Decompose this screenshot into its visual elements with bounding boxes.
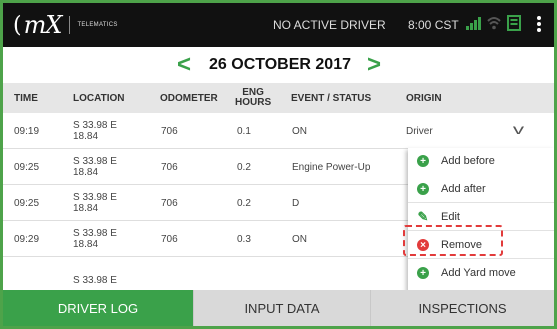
plus-circle-icon: + [417,155,429,167]
menu-item-edit[interactable]: ✎ Edit [408,204,554,230]
menu-item-label: Add Yard move [441,267,516,279]
event-cell: ON [292,125,307,137]
location-line-2: 18.84 [73,239,99,250]
column-header-origin: ORIGIN [406,92,442,104]
eng-hours-cell: 0.1 [237,125,251,137]
location-cell: S 33.98 E [73,274,117,286]
location-cell: S 33.98 E 18.84 [73,113,117,149]
logo-subtext: TELEMATICS [77,22,118,28]
menu-item-add-yard-move[interactable]: + Add Yard move [408,260,554,286]
signal-icon [466,17,481,30]
status-bar: ( mX TELEMATICS NO ACTIVE DRIVER 8:00 CS… [3,3,554,47]
eng-hours-line-2: HOURS [235,97,272,108]
wifi-icon [487,17,501,30]
menu-item-label: Edit [441,211,460,223]
menu-item-label: Add after [441,183,486,195]
plus-circle-icon: + [417,267,429,279]
tab-inspections[interactable]: INSPECTIONS [370,290,554,326]
bottom-tab-bar: DRIVER LOG INPUT DATA INSPECTIONS [3,290,554,326]
plus-circle-icon: + [417,183,429,195]
clock: 8:00 CST [408,18,459,32]
eng-hours-cell: 0.2 [237,161,251,173]
column-header-odometer: ODOMETER [160,92,218,104]
event-cell: Engine Power-Up [292,161,371,173]
current-date: 26 OCTOBER 2017 [209,56,351,73]
column-header-location: LOCATION [73,92,125,104]
location-line-2: 18.84 [73,131,99,142]
menu-divider [408,230,554,231]
location-cell: S 33.98 E 18.84 [73,185,117,221]
chevron-down-icon[interactable]: v [513,121,524,137]
column-header-time: TIME [14,92,38,104]
time-cell: 09:25 [14,161,40,173]
log-table-header: TIME LOCATION ODOMETER ENG HOURS EVENT /… [3,83,554,113]
menu-divider [408,202,554,203]
logo-mark: ( [13,12,22,38]
date-navigator: < 26 OCTOBER 2017 > [3,47,554,83]
odometer-cell: 706 [161,125,178,137]
mix-telematics-logo: ( mX TELEMATICS [13,11,118,39]
logo-divider [69,16,71,34]
menu-item-add-before[interactable]: + Add before [408,148,554,174]
eng-hours-cell: 0.3 [237,233,251,245]
location-line-1: S 33.98 E [73,228,117,239]
location-line-2: 18.84 [73,167,99,178]
menu-item-label: Remove [441,239,482,251]
menu-item-label: Add before [441,155,495,167]
menu-item-add-after[interactable]: + Add after [408,176,554,202]
origin-select[interactable]: Driver [406,113,433,149]
odometer-cell: 706 [161,197,178,209]
column-header-eng-hours: ENG HOURS [235,83,271,113]
menu-divider [408,258,554,259]
odometer-cell: 706 [161,233,178,245]
overflow-menu-icon[interactable] [536,15,542,33]
time-cell: 09:19 [14,125,40,137]
table-row[interactable]: 09:19 S 33.98 E 18.84 706 0.1 ON Driver … [3,113,554,149]
previous-day-button[interactable]: < [177,51,191,79]
location-line-1: S 33.98 E [73,120,117,131]
event-cell: ON [292,233,307,245]
logo-text: mX [23,11,63,39]
event-cell: D [292,197,300,209]
location-cell: S 33.98 E 18.84 [73,221,117,257]
time-cell: 09:29 [14,233,40,245]
device-icon [507,15,521,31]
eng-hours-cell: 0.2 [237,197,251,209]
tab-input-data[interactable]: INPUT DATA [193,290,370,326]
location-cell: S 33.98 E 18.84 [73,149,117,185]
odometer-cell: 706 [161,161,178,173]
edit-icon: ✎ [417,209,429,224]
location-line-2: 18.84 [73,203,99,214]
driver-status: NO ACTIVE DRIVER [273,18,386,32]
menu-item-remove[interactable]: × Remove [408,232,554,258]
app-frame: ( mX TELEMATICS NO ACTIVE DRIVER 8:00 CS… [0,0,557,329]
location-line-1: S 33.98 E [73,156,117,167]
location-line-1: S 33.98 E [73,192,117,203]
time-cell: 09:25 [14,197,40,209]
remove-circle-icon: × [417,239,429,251]
tab-driver-log[interactable]: DRIVER LOG [3,290,193,326]
column-header-event: EVENT / STATUS [291,92,372,104]
origin-dropdown-menu: + Add before + Add after ✎ Edit × Remove… [408,148,554,292]
next-day-button[interactable]: > [367,51,381,79]
